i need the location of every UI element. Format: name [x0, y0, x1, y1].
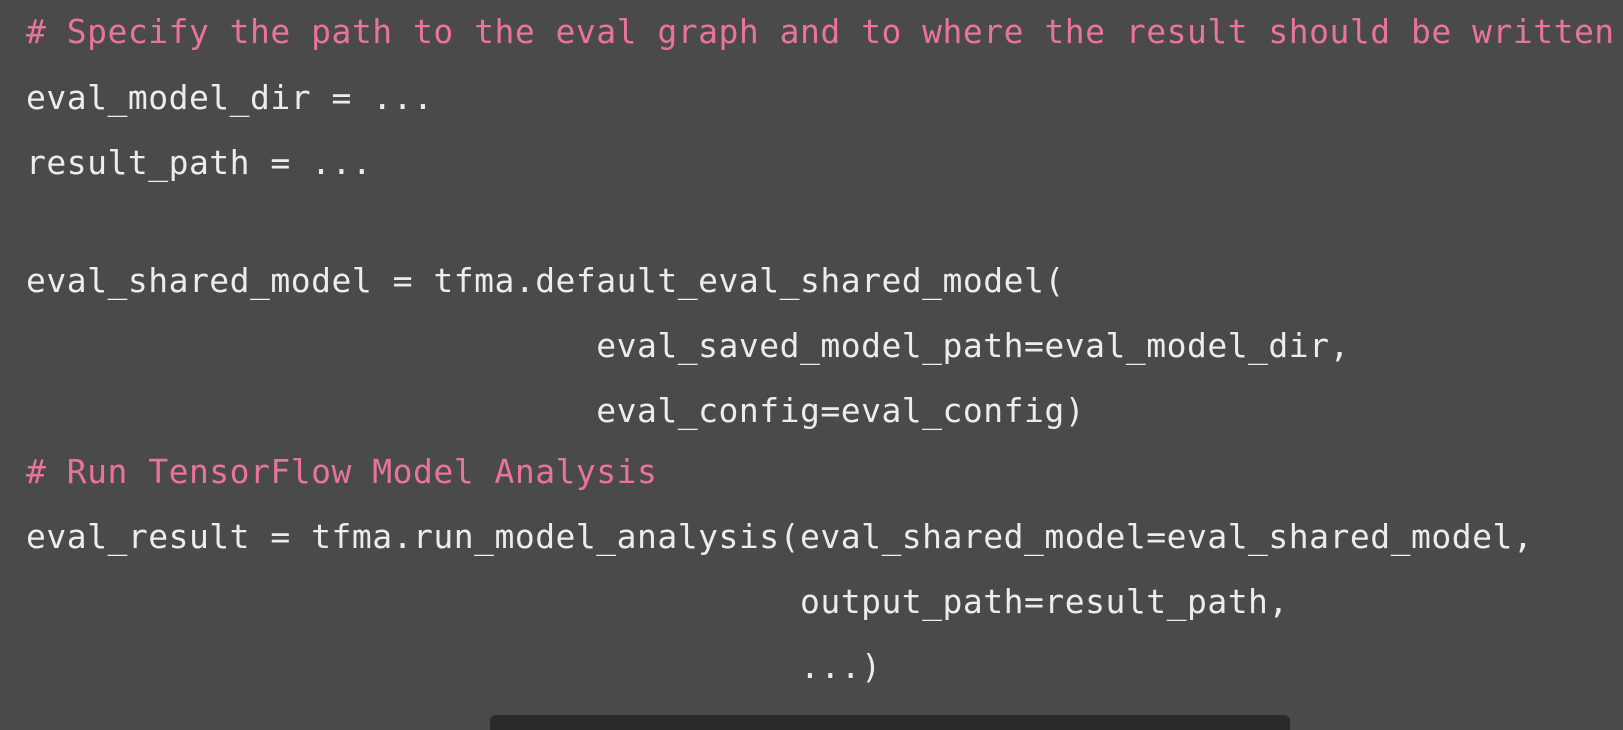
code-line-eval-result: eval_result = tfma.run_model_analysis(ev… [26, 517, 1534, 556]
code-line-eval-config: eval_config=eval_config) [26, 391, 1086, 430]
code-line-eval-shared-model: eval_shared_model = tfma.default_eval_sh… [26, 261, 1065, 300]
code-line-output-path: output_path=result_path, [26, 582, 1289, 621]
code-line-comment-run-tfma: # Run TensorFlow Model Analysis [26, 452, 658, 491]
player-control-bar [490, 715, 1290, 730]
code-slide: # Specify the path to the eval graph and… [0, 0, 1623, 730]
code-line-eval-saved-model-path: eval_saved_model_path=eval_model_dir, [26, 326, 1350, 365]
code-line-ellipsis: ...) [26, 647, 882, 686]
code-line-comment-specify-path: # Specify the path to the eval graph and… [26, 12, 1615, 51]
code-line-eval-model-dir: eval_model_dir = ... [26, 78, 434, 117]
code-line-result-path: result_path = ... [26, 143, 373, 182]
code-block: # Specify the path to the eval graph and… [26, 0, 1614, 686]
